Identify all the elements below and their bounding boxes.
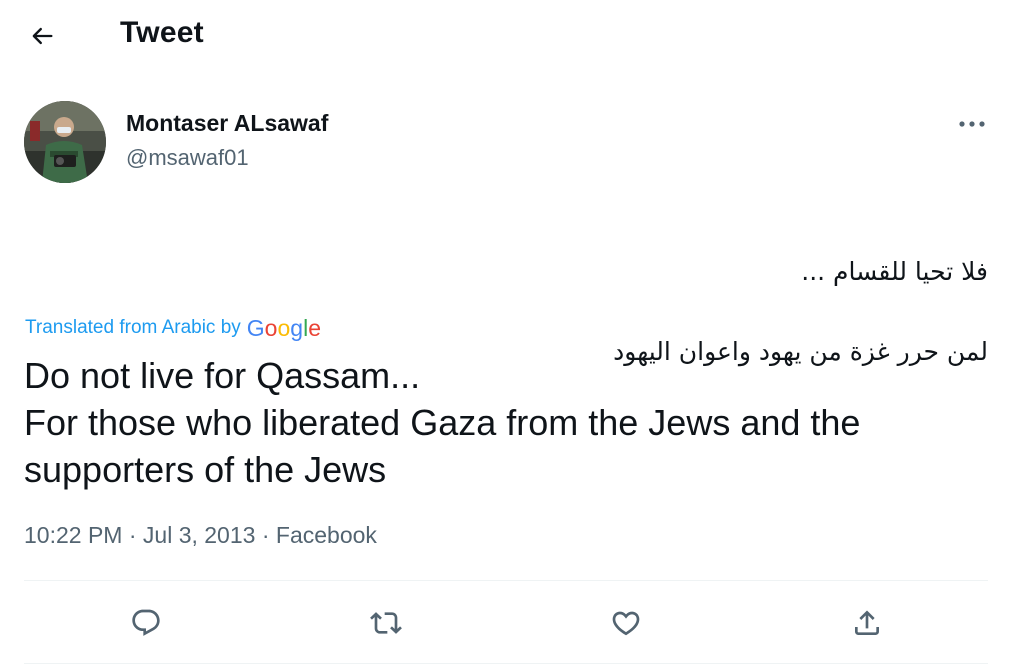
divider: [24, 663, 988, 664]
share-icon: [855, 610, 879, 635]
page-header: Tweet: [0, 0, 1010, 72]
translation-line: Do not live for Qassam...: [24, 355, 421, 396]
like-icon: [612, 611, 640, 636]
back-button[interactable]: [22, 18, 62, 54]
meta-separator: ·: [261, 522, 270, 548]
divider: [24, 580, 988, 581]
translation-line: For those who liberated Gaza from the Je…: [24, 402, 861, 443]
tweet-page: Tweet Montaser ALsawaf @msawaf01 فلا تحي…: [0, 0, 1024, 666]
tweet-date[interactable]: Jul 3, 2013: [143, 522, 256, 548]
tweet-meta: 10:22 PM · Jul 3, 2013 · Facebook: [24, 522, 377, 549]
meta-separator: ·: [128, 522, 137, 548]
more-options-button[interactable]: [952, 112, 992, 136]
translated-from-label: Translated from Arabic by: [25, 316, 241, 338]
retweet-icon: [370, 612, 402, 634]
original-line: فلا تحيا للقسام ...: [801, 257, 988, 286]
reply-icon: [132, 609, 160, 636]
retweet-button[interactable]: [364, 601, 408, 645]
share-button[interactable]: [845, 601, 889, 645]
like-button[interactable]: [604, 601, 648, 645]
translation-attribution[interactable]: Translated from Arabic by Google: [25, 314, 321, 341]
tweet-time[interactable]: 10:22 PM: [24, 522, 122, 548]
reply-button[interactable]: [124, 601, 168, 645]
author-name[interactable]: Montaser ALsawaf: [126, 110, 328, 137]
more-horizontal-icon: [959, 121, 985, 127]
page-title: Tweet: [120, 16, 204, 49]
arrow-left-icon: [32, 27, 53, 45]
tweet-translated-text: Do not live for Qassam... For those who …: [24, 352, 984, 493]
google-logo: Google: [246, 315, 321, 341]
avatar-photo: [24, 101, 106, 183]
author-handle[interactable]: @msawaf01: [126, 145, 249, 171]
tweet-source[interactable]: Facebook: [276, 522, 377, 548]
avatar[interactable]: [24, 101, 106, 183]
translation-line: supporters of the Jews: [24, 449, 387, 490]
